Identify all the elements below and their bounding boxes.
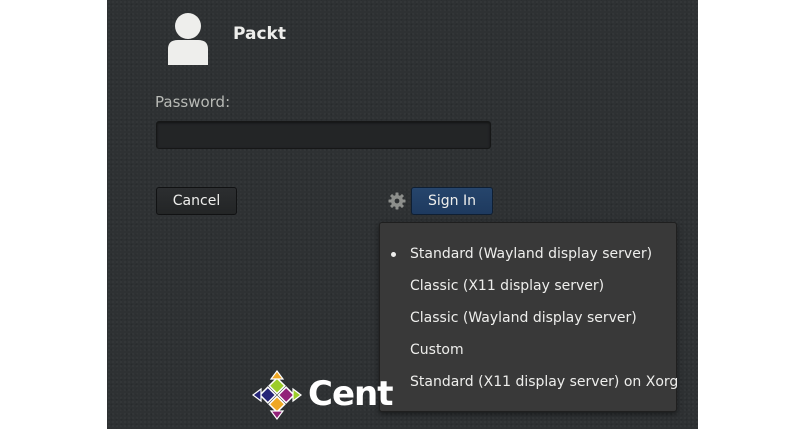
session-item-label: Custom — [410, 342, 464, 358]
password-label: Password: — [155, 93, 231, 111]
session-item-classic-x11[interactable]: Classic (X11 display server) — [380, 270, 676, 302]
session-item-label: Classic (X11 display server) — [410, 278, 605, 294]
session-item-standard-wayland[interactable]: Standard (Wayland display server) — [380, 238, 676, 270]
session-item-label: Classic (Wayland display server) — [410, 310, 637, 326]
session-item-standard-x11-xorg[interactable]: Standard (X11 display server) on Xorg — [380, 366, 679, 398]
username-label: Packt — [233, 24, 286, 44]
session-item-custom[interactable]: Custom — [380, 334, 676, 366]
logo-text: Cent — [308, 374, 393, 414]
gear-icon[interactable] — [388, 192, 406, 210]
session-item-classic-wayland[interactable]: Classic (Wayland display server) — [380, 302, 676, 334]
cancel-button[interactable]: Cancel — [156, 187, 237, 215]
sign-in-button[interactable]: Sign In — [411, 187, 493, 215]
selected-bullet-icon — [391, 252, 396, 257]
login-screen: Packt Password: Cancel Sign In Standard … — [107, 0, 698, 429]
user-avatar-icon — [166, 11, 210, 65]
session-menu: Standard (Wayland display server) Classi… — [379, 222, 679, 412]
password-input[interactable] — [156, 121, 491, 149]
session-item-label: Standard (X11 display server) on Xorg — [410, 374, 679, 390]
session-item-label: Standard (Wayland display server) — [410, 246, 653, 262]
centos-logo-icon — [252, 370, 302, 420]
